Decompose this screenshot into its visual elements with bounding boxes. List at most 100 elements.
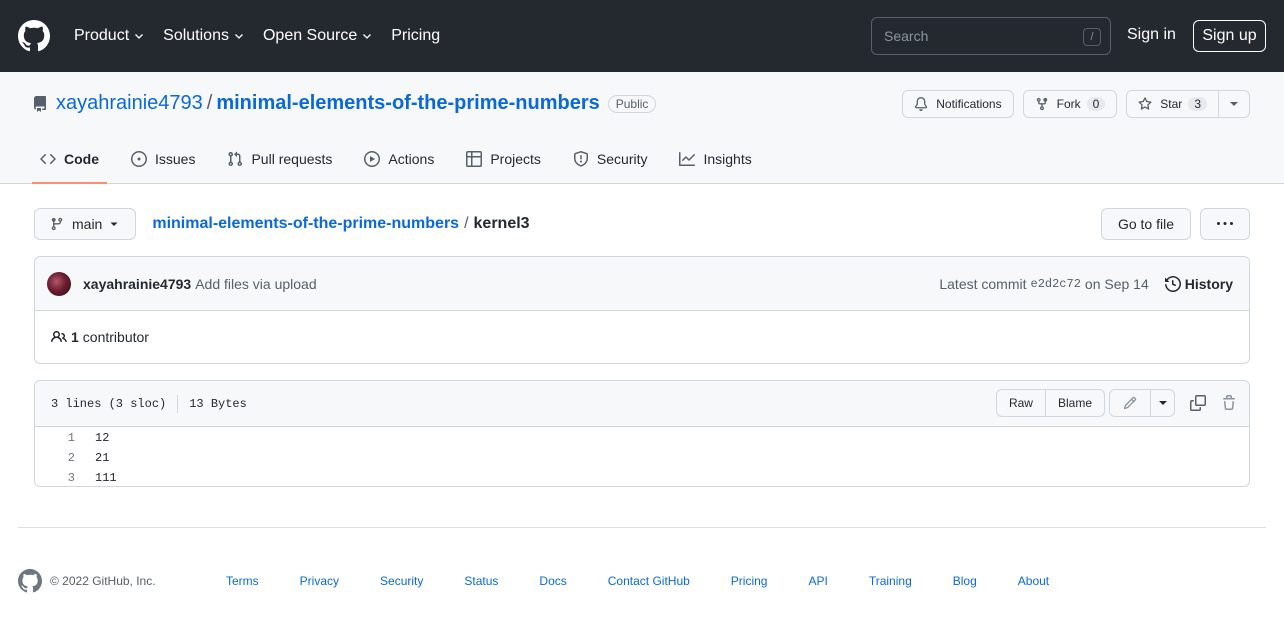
shield-icon — [573, 151, 588, 167]
footer-link-blog[interactable]: Blog — [953, 574, 977, 588]
site-header: Product Solutions Open Source Pricing Se… — [0, 0, 1284, 72]
latest-commit-label: Latest commit — [939, 276, 1027, 292]
tab-actions[interactable]: Actions — [356, 135, 442, 183]
contributors-row[interactable]: 1 contributor — [35, 311, 1249, 363]
github-logo-icon[interactable] — [18, 20, 50, 52]
repo-owner-link[interactable]: xayahrainie4793 — [56, 92, 203, 115]
caret-down-icon — [110, 222, 118, 226]
trash-icon[interactable] — [1221, 395, 1237, 411]
sign-in-link[interactable]: Sign in — [1127, 26, 1176, 44]
notifications-button[interactable]: Notifications — [902, 90, 1014, 118]
tab-insights[interactable]: Insights — [671, 135, 759, 183]
line-content: 21 — [95, 451, 110, 465]
bell-icon — [915, 97, 928, 111]
avatar[interactable] — [47, 271, 71, 296]
footer-link-api[interactable]: API — [808, 574, 827, 588]
footer-link-terms[interactable]: Terms — [226, 574, 259, 588]
footer-link-pricing[interactable]: Pricing — [731, 574, 768, 588]
edit-file-button[interactable] — [1109, 389, 1151, 417]
line-number[interactable]: 2 — [35, 451, 85, 465]
nav-solutions[interactable]: Solutions — [163, 27, 245, 45]
file-lines-info: 3 lines (3 sloc) — [51, 396, 167, 411]
more-options-button[interactable] — [1200, 208, 1250, 240]
breadcrumb-file-name: kernel3 — [473, 215, 530, 232]
sign-up-button[interactable]: Sign up — [1193, 20, 1266, 52]
tab-issues[interactable]: Issues — [123, 135, 203, 183]
blame-button[interactable]: Blame — [1045, 389, 1105, 417]
tab-code-label: Code — [64, 151, 99, 167]
fork-count: 0 — [1086, 97, 1106, 111]
star-icon — [1138, 97, 1152, 110]
git-branch-icon — [51, 217, 63, 231]
go-to-file-button[interactable]: Go to file — [1100, 208, 1191, 240]
search-input[interactable]: Search / — [871, 17, 1111, 55]
github-mark-icon[interactable] — [18, 569, 42, 593]
repo-name-link[interactable]: minimal-elements-of-the-prime-numbers — [216, 92, 599, 115]
chevron-down-icon — [235, 34, 243, 39]
line-number[interactable]: 3 — [35, 471, 85, 485]
repo-tabs: Code Issues Pull requests Actions Projec… — [32, 135, 776, 184]
latest-commit: xayahrainie4793 Add files via upload Lat… — [35, 257, 1249, 311]
tab-pull-requests[interactable]: Pull requests — [219, 135, 340, 183]
footer-link-security[interactable]: Security — [380, 574, 423, 588]
star-button-group: Star 3 — [1126, 90, 1250, 118]
history-icon — [1164, 276, 1181, 292]
footer-link-status[interactable]: Status — [464, 574, 498, 588]
nav-open-source[interactable]: Open Source — [263, 27, 373, 45]
commit-date: on Sep 14 — [1084, 276, 1149, 292]
commit-author-link[interactable]: xayahrainie4793 — [83, 276, 191, 292]
footer-link-contact[interactable]: Contact GitHub — [608, 574, 690, 588]
breadcrumb-repo-link[interactable]: minimal-elements-of-the-prime-numbers — [152, 215, 459, 233]
chevron-down-icon — [363, 34, 372, 39]
code-icon — [40, 153, 56, 165]
breadcrumb: minimal-elements-of-the-prime-numbers / … — [152, 215, 529, 233]
code-lines: 1 12 2 21 3 111 — [35, 427, 1249, 488]
pull-request-icon — [228, 151, 243, 167]
edit-dropdown-button[interactable] — [1151, 389, 1175, 417]
repo-title: xayahrainie4793 / minimal-elements-of-th… — [32, 92, 657, 115]
footer-link-about[interactable]: About — [1018, 574, 1049, 588]
repo-header: xayahrainie4793 / minimal-elements-of-th… — [0, 72, 1284, 184]
nav-product[interactable]: Product — [74, 27, 145, 45]
tab-insights-label: Insights — [703, 151, 752, 167]
tab-code[interactable]: Code — [32, 135, 107, 184]
notifications-label: Notifications — [936, 97, 1002, 111]
commit-sha-link[interactable]: e2d2c72 — [1031, 277, 1081, 291]
footer-brand: © 2022 GitHub, Inc. — [18, 569, 156, 593]
commit-message-link[interactable]: Add files via upload — [195, 276, 316, 292]
tab-projects[interactable]: Projects — [458, 135, 549, 183]
line-content: 111 — [95, 471, 117, 485]
commit-meta: Latest commit e2d2c72 on Sep 14 History — [939, 257, 1233, 311]
star-list-dropdown-button[interactable] — [1219, 90, 1250, 118]
fork-button[interactable]: Fork 0 — [1022, 90, 1118, 118]
copy-icon[interactable] — [1190, 395, 1206, 411]
tab-actions-label: Actions — [388, 151, 435, 167]
main-nav: Product Solutions Open Source Pricing — [74, 27, 458, 45]
file-viewer: 3 lines (3 sloc) 13 Bytes Raw Blame 1 12 — [34, 380, 1250, 487]
file-info-divider — [177, 394, 179, 413]
footer-link-privacy[interactable]: Privacy — [300, 574, 339, 588]
repo-title-separator: / — [206, 92, 213, 114]
nav-pricing[interactable]: Pricing — [391, 27, 440, 45]
star-button[interactable]: Star 3 — [1126, 90, 1219, 118]
tab-security-label: Security — [596, 151, 648, 167]
footer-link-training[interactable]: Training — [869, 574, 912, 588]
nav-open-source-label: Open Source — [262, 27, 358, 44]
line-number[interactable]: 1 — [35, 431, 85, 445]
contributors-label: contributor — [82, 329, 149, 345]
search-shortcut-key: / — [1083, 28, 1101, 46]
footer-links: Terms Privacy Security Status Docs Conta… — [226, 574, 1090, 588]
pencil-icon — [1123, 396, 1137, 410]
raw-button[interactable]: Raw — [995, 389, 1046, 417]
file-actions: Raw Blame — [995, 389, 1237, 417]
history-button[interactable]: History — [1164, 276, 1233, 292]
caret-down-icon — [1158, 401, 1167, 405]
search-placeholder: Search — [884, 28, 929, 44]
footer-link-docs[interactable]: Docs — [539, 574, 566, 588]
branch-select-button[interactable]: main — [34, 208, 137, 240]
code-line: 1 12 — [35, 428, 1249, 448]
branch-name: main — [72, 216, 103, 232]
tab-security[interactable]: Security — [565, 135, 656, 183]
repo-actions: Notifications Fork 0 Star 3 — [902, 90, 1250, 118]
chevron-down-icon — [135, 34, 144, 39]
